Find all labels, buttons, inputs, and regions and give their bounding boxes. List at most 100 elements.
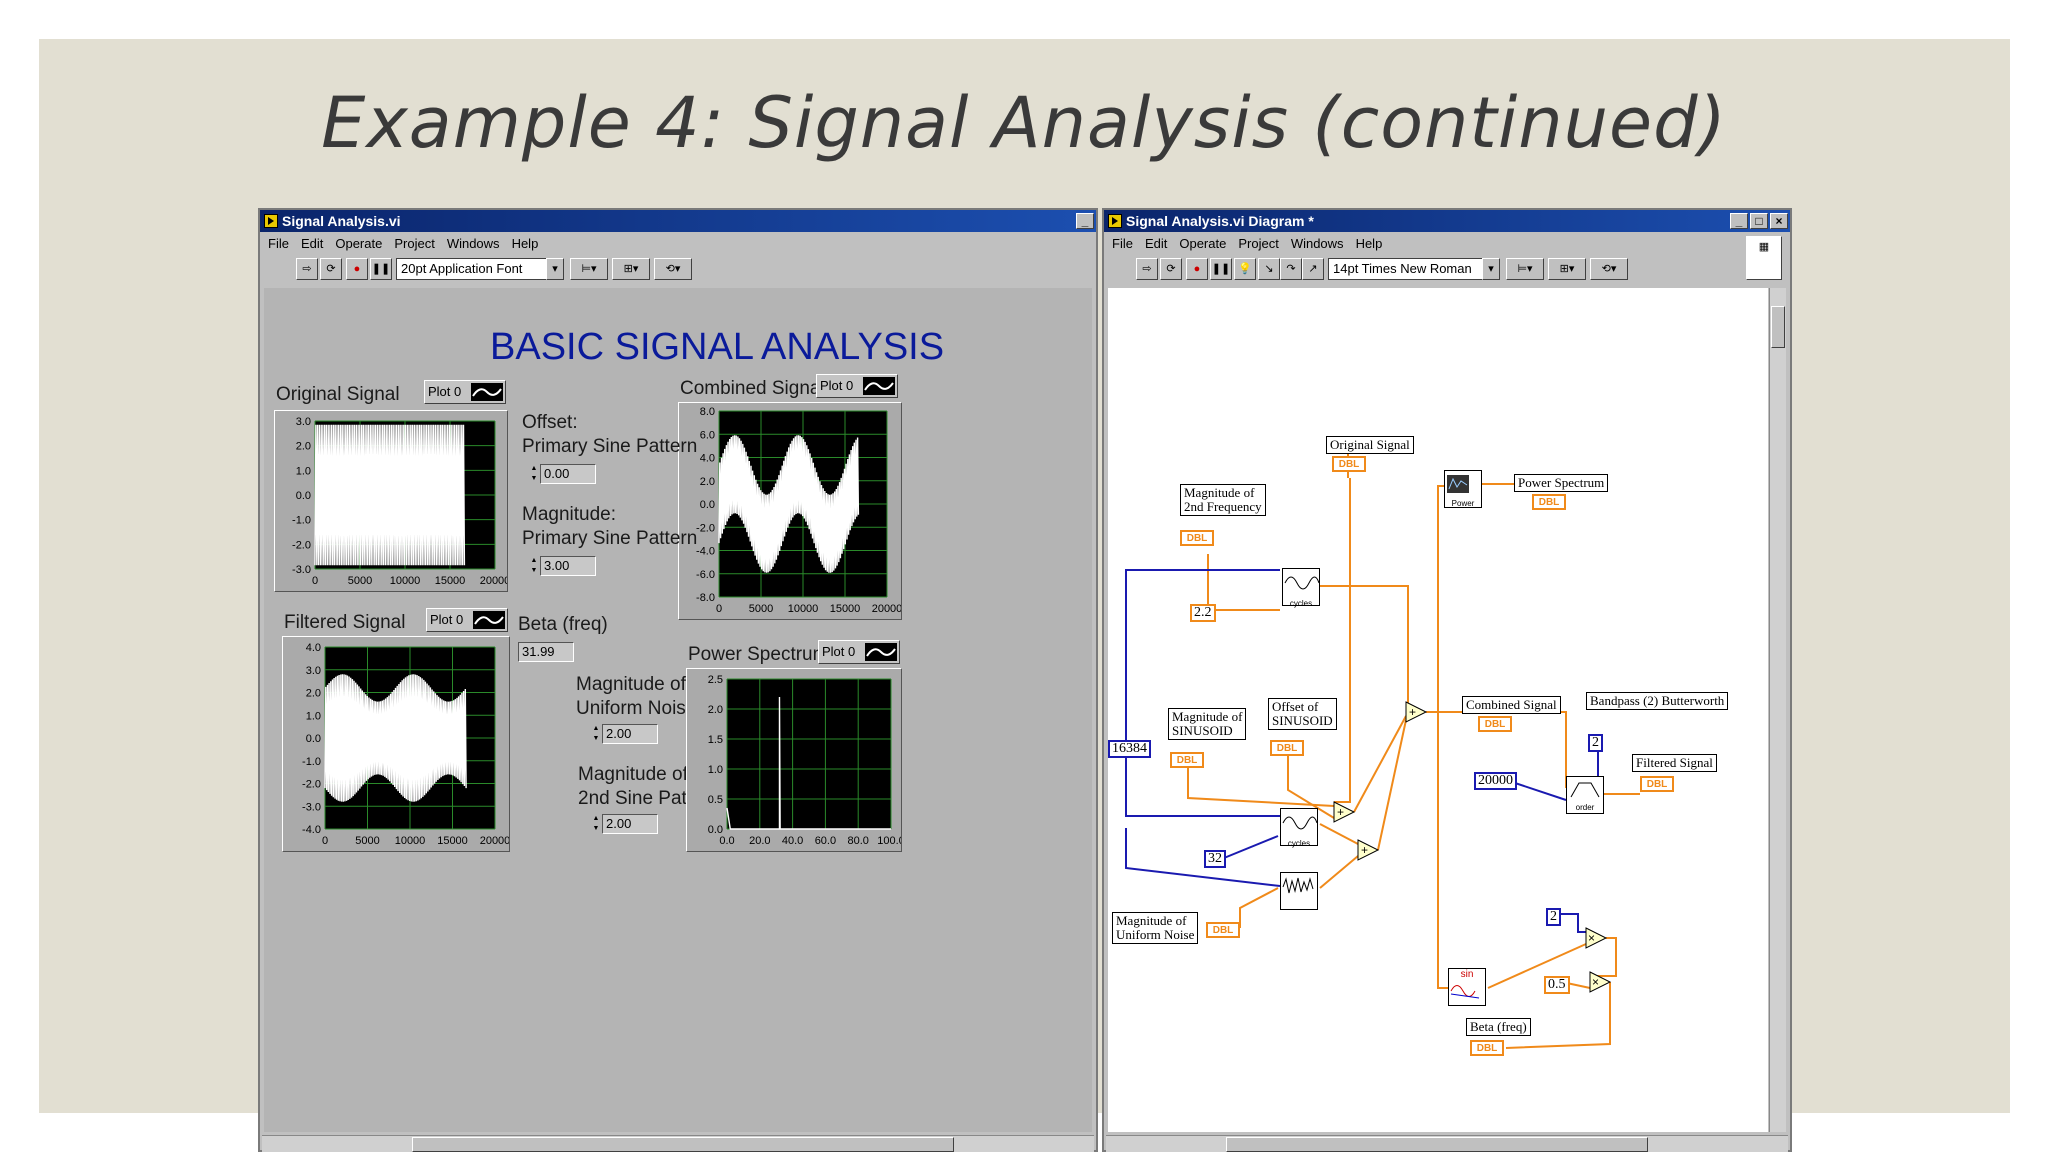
power-plot-legend[interactable]: Plot 0 — [818, 640, 900, 664]
diagram-window: Signal Analysis.vi Diagram * _ □ × File … — [1102, 208, 1792, 1152]
power-spectrum-terminal[interactable]: DBL — [1532, 494, 1566, 510]
wire — [1125, 828, 1281, 887]
y-tick-label: -2.0 — [696, 522, 715, 534]
x-tick-label: 20.0 — [749, 835, 770, 847]
increment-arrows-icon[interactable]: ▲ ▼ — [530, 464, 538, 484]
step-out-icon[interactable]: ↗ — [1302, 258, 1324, 280]
front-panel-titlebar[interactable]: Signal Analysis.vi _ — [260, 210, 1096, 232]
pause-icon[interactable]: ❚❚ — [370, 258, 392, 280]
abort-icon[interactable]: ● — [1186, 258, 1208, 280]
run-arrow-icon[interactable]: ⇨ — [1136, 258, 1158, 280]
menu-help[interactable]: Help — [1356, 234, 1383, 254]
bandpass-label: Bandpass (2) Butterworth — [1586, 692, 1729, 710]
menu-edit[interactable]: Edit — [1145, 234, 1167, 254]
original-signal-graph[interactable]: 3.0 2.0 1.0 0.0 -1.0 -2.0 -3.0 0 5000 10000 15000 2… — [274, 410, 508, 592]
butterworth-filter-vi[interactable]: order — [1566, 776, 1604, 814]
const-32[interactable]: 32 — [1204, 850, 1226, 868]
sine-pattern-vi-top[interactable]: cycles — [1282, 568, 1320, 608]
const-0-5[interactable]: 0.5 — [1544, 976, 1570, 994]
font-dropdown-icon[interactable]: ▾ — [546, 258, 564, 280]
beta-freq-terminal[interactable]: DBL — [1470, 1040, 1504, 1056]
diagram-titlebar[interactable]: Signal Analysis.vi Diagram * _ □ × — [1104, 210, 1790, 232]
menu-operate[interactable]: Operate — [1179, 234, 1226, 254]
wire — [1207, 554, 1280, 611]
abort-icon[interactable]: ● — [346, 258, 368, 280]
highlight-execution-icon[interactable]: 💡 — [1234, 258, 1256, 280]
original-plot-legend[interactable]: Plot 0 — [424, 380, 506, 404]
second-sine-value[interactable]: 2.00 — [602, 814, 658, 834]
filtered-signal-terminal[interactable]: DBL — [1640, 776, 1674, 792]
const-16384[interactable]: 16384 — [1108, 740, 1151, 758]
original-signal-label: Original Signal — [276, 384, 400, 405]
combined-signal-graph[interactable]: 8.0 6.0 4.0 2.0 0.0 -2.0 -4.0 -6.0 -8.0 0 5000 1000… — [678, 402, 902, 620]
distribute-objects-icon[interactable]: ⊞▾ — [1548, 258, 1586, 280]
vi-connector-icon[interactable]: ▦ — [1746, 236, 1782, 280]
noise-value[interactable]: 2.00 — [602, 724, 658, 744]
magnitude-value[interactable]: 3.00 — [540, 556, 596, 576]
maximize-button[interactable]: □ — [1750, 213, 1768, 229]
const-20000[interactable]: 20000 — [1474, 772, 1517, 790]
increment-arrows-icon[interactable]: ▲ ▼ — [530, 556, 538, 576]
pause-icon[interactable]: ❚❚ — [1210, 258, 1232, 280]
step-into-icon[interactable]: ↘ — [1258, 258, 1280, 280]
increment-arrows-icon[interactable]: ▲ ▼ — [592, 814, 600, 834]
run-continuous-icon[interactable]: ⟳ — [1160, 258, 1182, 280]
menu-operate[interactable]: Operate — [335, 234, 382, 254]
const-2-2[interactable]: 2.2 — [1190, 604, 1216, 622]
original-signal-terminal[interactable]: DBL — [1332, 456, 1366, 472]
const-2-multiply[interactable]: 2 — [1546, 908, 1561, 926]
run-continuous-icon[interactable]: ⟳ — [320, 258, 342, 280]
font-select[interactable]: 14pt Times New Roman — [1328, 258, 1500, 280]
offset-sinusoid-control[interactable]: DBL — [1270, 740, 1304, 756]
scroll-thumb[interactable] — [412, 1137, 954, 1152]
font-dropdown-icon[interactable]: ▾ — [1482, 258, 1500, 280]
combined-signal-terminal[interactable]: DBL — [1478, 716, 1512, 732]
front-panel-hscroll[interactable] — [262, 1135, 1094, 1152]
uniform-noise-vi[interactable] — [1280, 872, 1318, 910]
filtered-signal-graph[interactable]: 4.0 3.0 2.0 1.0 0.0 -1.0 -2.0 -3.0 -4.0 0 5000 1000… — [282, 636, 510, 852]
menu-windows[interactable]: Windows — [447, 234, 500, 254]
increment-arrows-icon[interactable]: ▲ ▼ — [592, 724, 600, 744]
diagram-vscroll[interactable] — [1769, 288, 1786, 1132]
sine-pattern-vi-bottom[interactable]: cycles — [1280, 808, 1318, 848]
run-arrow-icon[interactable]: ⇨ — [296, 258, 318, 280]
x-tick-label: 10000 — [395, 835, 426, 847]
const-2-order[interactable]: 2 — [1588, 734, 1603, 752]
close-button[interactable]: × — [1770, 213, 1788, 229]
minimize-button[interactable]: _ — [1076, 213, 1094, 229]
minimize-button[interactable]: _ — [1730, 213, 1748, 229]
y-tick-label: 1.0 — [306, 710, 321, 722]
reorder-icon[interactable]: ⟲▾ — [1590, 258, 1628, 280]
filtered-signal-terminal-label: Filtered Signal — [1632, 754, 1717, 772]
combined-plot-legend[interactable]: Plot 0 — [816, 374, 898, 398]
filtered-plot-legend[interactable]: Plot 0 — [426, 608, 508, 632]
power-spectrum-vi[interactable]: Power — [1444, 470, 1482, 508]
menu-project[interactable]: Project — [394, 234, 434, 254]
menu-help[interactable]: Help — [512, 234, 539, 254]
menu-file[interactable]: File — [1112, 234, 1133, 254]
menu-edit[interactable]: Edit — [301, 234, 323, 254]
y-tick-label: 6.0 — [700, 429, 715, 441]
sine-function-vi[interactable]: sin — [1448, 968, 1486, 1006]
reorder-icon[interactable]: ⟲▾ — [654, 258, 692, 280]
font-select[interactable]: 20pt Application Font — [396, 258, 564, 280]
scroll-thumb[interactable] — [1226, 1137, 1648, 1152]
align-objects-icon[interactable]: ⊨▾ — [1506, 258, 1544, 280]
step-over-icon[interactable]: ↷ — [1280, 258, 1302, 280]
menu-file[interactable]: File — [268, 234, 289, 254]
y-tick-label: -4.0 — [696, 546, 715, 558]
menu-project[interactable]: Project — [1238, 234, 1278, 254]
scroll-thumb[interactable] — [1771, 306, 1785, 348]
distribute-objects-icon[interactable]: ⊞▾ — [612, 258, 650, 280]
mag-2nd-frequency-control[interactable]: DBL — [1180, 530, 1214, 546]
wire — [1223, 835, 1279, 859]
wire — [1353, 715, 1407, 813]
align-objects-icon[interactable]: ⊨▾ — [570, 258, 608, 280]
mag-uniform-noise-control[interactable]: DBL — [1206, 922, 1240, 938]
menu-windows[interactable]: Windows — [1291, 234, 1344, 254]
diagram-title: Signal Analysis.vi Diagram * — [1126, 213, 1314, 229]
diagram-hscroll[interactable] — [1106, 1135, 1788, 1152]
offset-value[interactable]: 0.00 — [540, 464, 596, 484]
power-spectrum-graph[interactable]: 2.5 2.0 1.5 1.0 0.5 0.0 0.0 20.0 40.0 60.0 80.0 100… — [686, 668, 902, 852]
mag-sinusoid-control[interactable]: DBL — [1170, 752, 1204, 768]
